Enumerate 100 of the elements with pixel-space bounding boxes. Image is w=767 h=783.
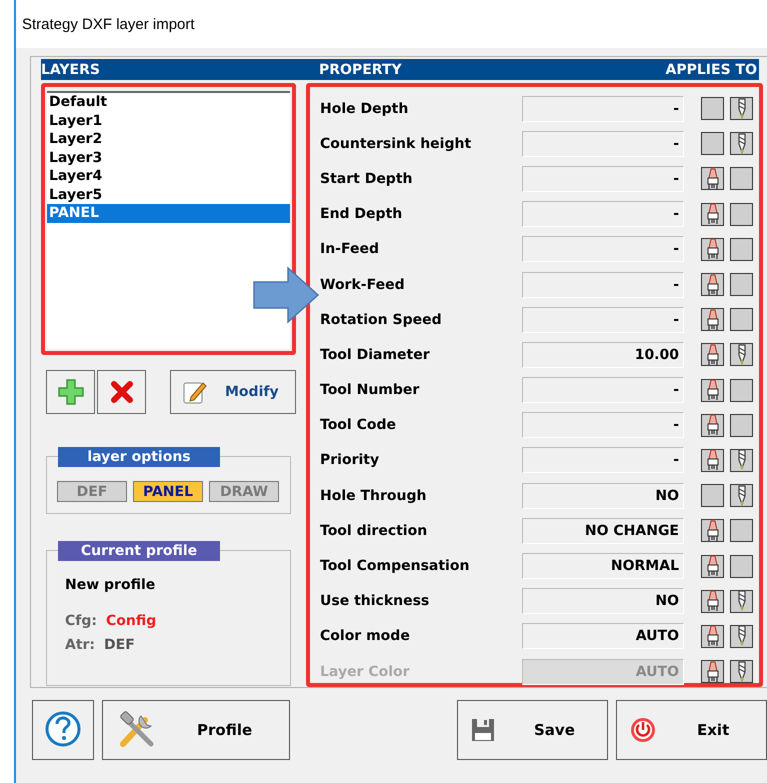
config-value: Config (106, 612, 156, 631)
profile-button[interactable]: Profile (102, 700, 290, 760)
toggle-button[interactable] (730, 132, 753, 156)
property-label: Tool direction (320, 522, 428, 539)
toggle-button[interactable] (701, 484, 724, 508)
tool-icon (704, 379, 720, 402)
toggle-button[interactable] (701, 448, 724, 472)
property-label: Tool Diameter (320, 346, 431, 363)
layer-item[interactable]: Layer2 (47, 130, 290, 148)
property-label: Tool Number (320, 382, 420, 398)
property-label: Priority (320, 452, 380, 468)
power-icon (629, 716, 657, 744)
tool-icon (704, 414, 720, 436)
toggle-button[interactable] (730, 167, 753, 190)
toggle-button[interactable] (701, 97, 724, 120)
layer-item[interactable]: PANEL (47, 204, 290, 222)
toggle-button[interactable] (730, 308, 753, 332)
property-label: Tool Compensation (320, 558, 470, 574)
toggle-button[interactable] (701, 202, 724, 226)
profile-name: New profile (65, 577, 156, 593)
value-field[interactable]: NO CHANGE (522, 518, 684, 544)
toggle-button[interactable] (701, 167, 724, 190)
save-button[interactable]: Save (457, 700, 608, 760)
tool-icon (704, 308, 720, 331)
layer-item[interactable]: Layer4 (47, 167, 290, 186)
toggle-button[interactable] (730, 484, 753, 508)
toggle-button[interactable] (701, 273, 724, 296)
tool-icon (704, 520, 720, 542)
value-field[interactable]: - (522, 447, 684, 474)
value-field[interactable]: 10.00 (522, 342, 684, 368)
layer-item[interactable]: Layer3 (47, 148, 290, 167)
toggle-button[interactable] (730, 519, 753, 542)
toggle-button[interactable] (730, 273, 753, 296)
layer-item[interactable]: Default (47, 93, 290, 112)
toggle-button[interactable] (701, 554, 724, 578)
property-label: End Depth (320, 206, 404, 222)
toggle-button[interactable] (730, 202, 753, 226)
field-label: Cfg: (65, 612, 97, 631)
value-field[interactable]: NO (522, 482, 684, 509)
property-label: Countersink height (320, 136, 472, 152)
property-label: Work-Feed (320, 276, 406, 293)
value-field[interactable]: - (522, 272, 684, 298)
field-label: Atr: (65, 636, 96, 655)
value-field[interactable]: - (522, 412, 684, 438)
value-field[interactable]: NO (522, 588, 684, 614)
column-heading: LAYERS (41, 62, 101, 78)
toggle-button[interactable] (701, 308, 724, 332)
toggle-button[interactable] (701, 624, 724, 648)
tool-icon (704, 238, 720, 260)
value-field: AUTO (522, 658, 684, 685)
delete-button[interactable] (97, 370, 146, 414)
layer-item[interactable]: Layer5 (47, 186, 290, 204)
toggle-button[interactable] (730, 624, 753, 648)
toggle-button[interactable] (701, 343, 724, 366)
tool-icon (704, 274, 720, 296)
property-label: In-Feed (320, 241, 380, 258)
tool-icon (704, 625, 720, 648)
toggle-button[interactable] (730, 554, 753, 578)
toggle-button[interactable] (730, 590, 753, 613)
toggle-button[interactable] (701, 378, 724, 402)
layer-item[interactable]: Layer1 (47, 112, 290, 130)
tool-icon (704, 203, 720, 226)
close-icon (110, 380, 134, 404)
toggle-button[interactable] (701, 519, 724, 542)
property-label: Layer Color (320, 664, 411, 680)
property-label: Hole Through (320, 488, 428, 504)
property-label: Tool Code (320, 417, 398, 434)
add-button[interactable] (46, 370, 95, 414)
tool-icon (704, 449, 720, 472)
value-field[interactable]: - (522, 236, 684, 262)
toggle-button[interactable] (701, 414, 724, 437)
option-toggle[interactable]: PANEL (133, 481, 203, 502)
modify-button[interactable]: Modify (170, 370, 296, 414)
tool-icon (704, 660, 720, 683)
value-field[interactable]: AUTO (522, 623, 684, 650)
tool-icon (704, 555, 720, 578)
help-button[interactable] (32, 700, 94, 760)
value-field[interactable]: - (522, 96, 684, 122)
value-field[interactable]: - (522, 377, 684, 404)
value-field[interactable]: - (522, 130, 684, 157)
window-title: Strategy DXF layer import (22, 16, 195, 32)
toggle-button[interactable] (730, 343, 753, 366)
toggle-button[interactable] (701, 132, 724, 156)
toggle-button[interactable] (730, 238, 753, 261)
value-field[interactable]: - (522, 166, 684, 192)
toggle-button[interactable] (701, 590, 724, 613)
exit-button[interactable]: Exit (616, 700, 767, 760)
property-label: Use thickness (320, 593, 430, 610)
toggle-button[interactable] (730, 378, 753, 402)
toggle-button[interactable] (701, 238, 724, 261)
column-heading: PROPERTY (319, 62, 403, 78)
value-field[interactable]: NORMAL (522, 553, 684, 580)
value-field[interactable]: - (522, 201, 684, 228)
property-label: Hole Depth (320, 100, 410, 117)
toggle-button[interactable] (730, 97, 753, 120)
toggle-button[interactable] (730, 414, 753, 437)
property-label: Rotation Speed (320, 312, 443, 328)
panel-title: Current profile (58, 541, 220, 561)
value-field[interactable]: - (522, 306, 684, 333)
toggle-button[interactable] (730, 448, 753, 472)
